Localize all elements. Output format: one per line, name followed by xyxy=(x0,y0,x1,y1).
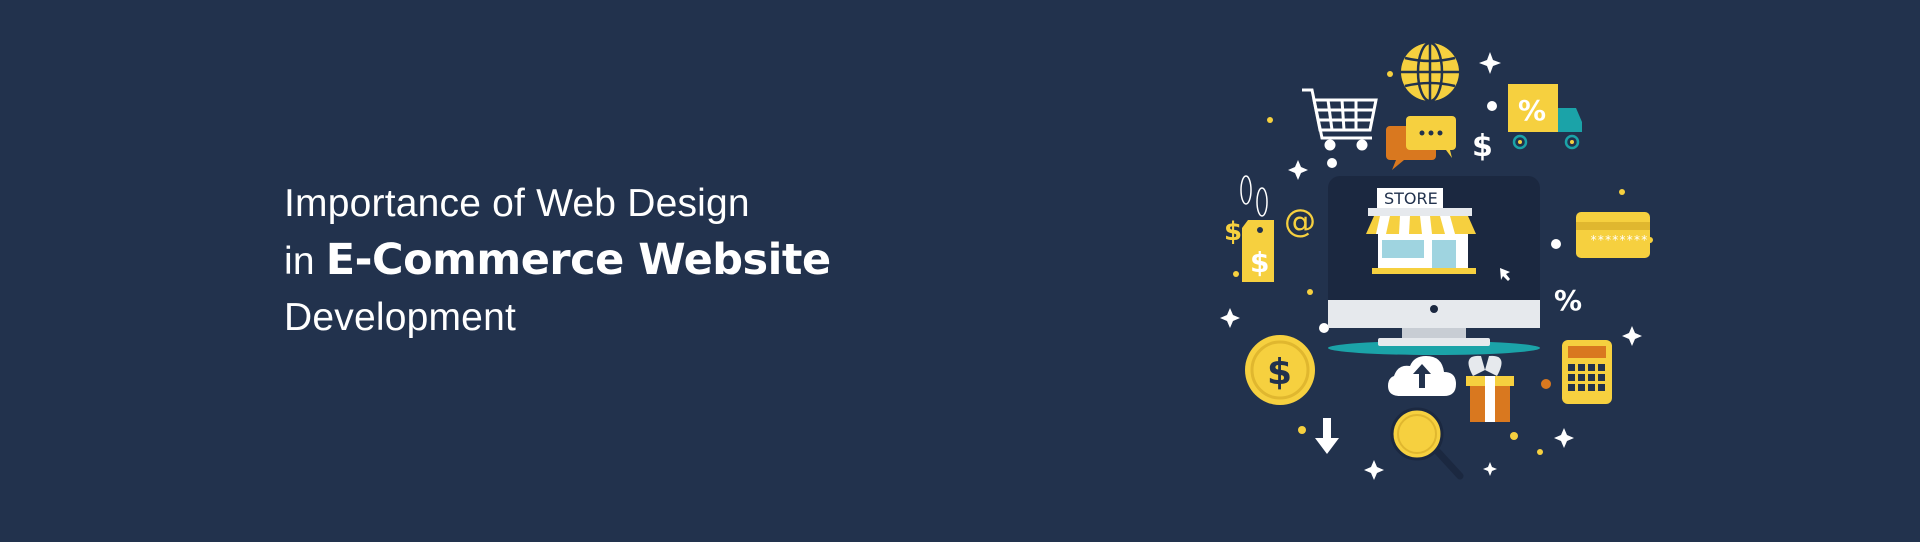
headline-prefix: in xyxy=(284,240,326,283)
store-sign: STORE xyxy=(1384,189,1438,208)
chat-bubble-icon xyxy=(1386,116,1456,170)
headline-line-2: in E-Commerce Website xyxy=(284,232,831,290)
dot xyxy=(1327,158,1337,168)
ecommerce-illustration: $ % $ $ @ STORE ******** % $ xyxy=(1210,30,1680,500)
tag-dollar-small: $ xyxy=(1224,217,1242,247)
dot xyxy=(1541,379,1551,389)
dollar-coin-icon: $ xyxy=(1245,335,1315,405)
download-arrow-icon xyxy=(1315,418,1339,454)
sparkle-icon xyxy=(1622,326,1642,346)
delivery-truck-icon: % xyxy=(1508,84,1582,150)
dot xyxy=(1551,239,1561,249)
sparkle-icon xyxy=(1483,462,1497,476)
sparkle-icon xyxy=(1479,52,1501,74)
coin-dollar: $ xyxy=(1267,352,1292,393)
cloud-upload-icon xyxy=(1388,356,1456,396)
sparkle-icon xyxy=(1364,460,1384,480)
dot xyxy=(1319,323,1329,333)
dollar-sign: $ xyxy=(1472,129,1493,164)
sparkle-icon xyxy=(1220,308,1240,328)
at-sign: @ xyxy=(1284,202,1316,240)
globe-icon xyxy=(1401,41,1459,103)
headline-line-1: Importance of Web Design xyxy=(284,182,750,225)
credit-card-icon: ******** xyxy=(1576,212,1650,258)
gift-box-icon xyxy=(1466,355,1514,422)
headline-emphasis: E-Commerce Website xyxy=(325,235,831,285)
sparkle-icon xyxy=(1554,428,1574,448)
tag-dollar: $ xyxy=(1250,246,1269,279)
illustration-canvas: $ % $ $ @ STORE ******** % $ xyxy=(1220,41,1653,480)
truck-percent: % xyxy=(1518,94,1546,127)
card-digits: ******** xyxy=(1590,233,1648,247)
banner-headline: Importance of Web Design in E-Commerce W… xyxy=(284,176,831,346)
headline-line-3: Development xyxy=(284,296,516,339)
shopping-cart-icon xyxy=(1302,88,1378,151)
sparkle-icon xyxy=(1288,160,1308,180)
dot xyxy=(1487,101,1497,111)
magnifier-icon xyxy=(1390,407,1464,480)
price-tag-icon: $ $ xyxy=(1224,175,1274,282)
calculator-icon xyxy=(1562,340,1612,404)
percent-sign: % xyxy=(1554,284,1582,317)
